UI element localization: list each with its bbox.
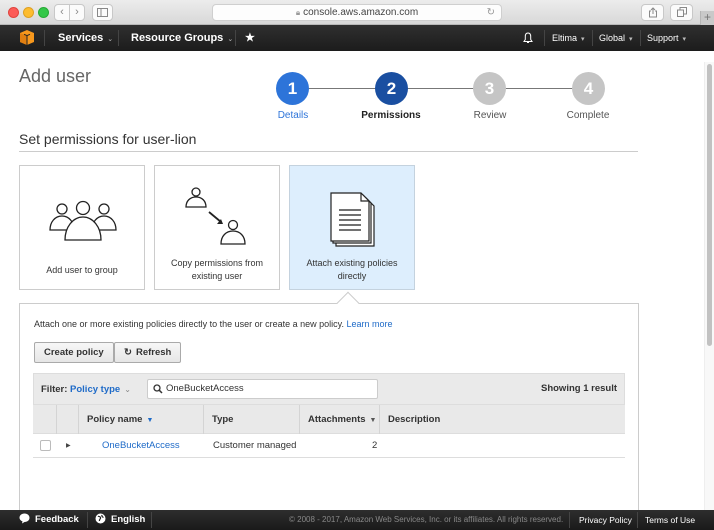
column-policy-name[interactable]: Policy name ▼ <box>78 405 153 434</box>
notifications-button[interactable] <box>523 25 533 51</box>
step-3-circle: 3 <box>473 72 506 105</box>
new-tab-button[interactable]: + <box>700 11 714 25</box>
option-add-user-to-group[interactable]: Add user to group <box>19 165 145 290</box>
table-header: Policy name ▼ Type Attachments ▼ Descripti… <box>33 405 625 434</box>
sidebar-icon <box>97 8 108 17</box>
sort-icon: ▼ <box>369 417 377 424</box>
pin-icon[interactable]: ★ <box>245 25 255 51</box>
attach-policies-panel: Attach one or more existing policies dir… <box>19 303 639 513</box>
address-bar[interactable]: 🔒︎ console.aws.amazon.com ↻ <box>212 4 502 21</box>
row-checkbox[interactable] <box>40 440 51 451</box>
section-divider <box>19 151 638 152</box>
table-row[interactable]: ▶ OneBucketAccess Customer managed 2 <box>33 434 625 458</box>
panel-intro: Attach one or more existing policies dir… <box>34 319 393 329</box>
caret-down-icon: ▾ <box>581 36 585 43</box>
caret-down-icon: ▾ <box>682 36 687 43</box>
privacy-policy-link[interactable]: Privacy Policy <box>579 510 632 530</box>
policy-attachments: 2 <box>372 440 378 451</box>
option-label: existing user <box>191 271 243 281</box>
option-label: Add user to group <box>46 265 118 275</box>
step-3-label: Review <box>473 110 507 121</box>
chevron-down-icon: ⌄ <box>227 36 234 43</box>
zoom-window-button[interactable] <box>38 7 49 18</box>
expand-row-icon[interactable]: ▶ <box>66 434 71 458</box>
chevron-down-icon: ⌄ <box>107 36 114 43</box>
option-label: Attach existing policies <box>306 258 398 268</box>
back-button[interactable]: ‹ <box>54 4 70 21</box>
filter-label: Filter: Policy type ⌄ <box>41 384 131 395</box>
step-4-circle: 4 <box>572 72 605 105</box>
globe-icon <box>95 513 106 524</box>
share-button[interactable] <box>641 4 664 21</box>
bell-icon <box>523 32 533 43</box>
tabs-icon <box>676 7 687 17</box>
policy-document-icon <box>330 192 375 247</box>
chevron-left-icon: ‹ <box>60 6 64 18</box>
copyright-text: © 2008 - 2017, Amazon Web Services, Inc.… <box>289 515 564 524</box>
main-content: Add user 1 2 3 4 Details Permissions Rev… <box>0 51 714 513</box>
tabs-button[interactable] <box>670 4 693 21</box>
step-2-label: Permissions <box>361 110 421 121</box>
step-4-label: Complete <box>566 110 610 121</box>
feedback-button[interactable]: Feedback <box>19 510 79 530</box>
policy-name-link[interactable]: OneBucketAccess <box>102 434 180 458</box>
chevron-down-icon[interactable]: ⌄ <box>124 385 131 394</box>
policy-type-filter[interactable]: Policy type <box>70 384 120 395</box>
step-2-circle: 2 <box>375 72 408 105</box>
step-1-label[interactable]: Details <box>248 110 338 121</box>
result-count: Showing 1 result <box>540 383 617 394</box>
forward-button[interactable]: › <box>69 4 85 21</box>
console-footer: Feedback English © 2008 - 2017, Amazon W… <box>0 510 714 530</box>
region-menu[interactable]: Global ▾ <box>599 25 633 51</box>
minimize-window-button[interactable] <box>23 7 34 18</box>
account-menu[interactable]: Eltima ▾ <box>552 25 585 51</box>
url-text: console.aws.amazon.com <box>303 7 419 18</box>
step-1-circle[interactable]: 1 <box>276 72 309 105</box>
terms-of-use-link[interactable]: Terms of Use <box>645 510 695 530</box>
option-label: directly <box>337 271 367 281</box>
column-attachments[interactable]: Attachments ▼ <box>299 405 376 434</box>
page-scrollbar[interactable] <box>704 62 714 510</box>
scrollbar-thumb[interactable] <box>707 64 712 346</box>
browser-toolbar: ‹ › 🔒︎ console.aws.amazon.com ↻ + <box>0 0 714 25</box>
close-window-button[interactable] <box>8 7 19 18</box>
language-selector[interactable]: English <box>95 510 145 530</box>
sidebar-toggle-button[interactable] <box>92 4 113 21</box>
search-icon <box>153 384 163 394</box>
option-label: Copy permissions from <box>170 258 264 268</box>
page-title: Add user <box>19 66 92 86</box>
chevron-right-icon: › <box>75 6 79 18</box>
resource-groups-menu[interactable]: Resource Groups ⌄ <box>131 25 233 51</box>
sort-desc-icon: ▼ <box>146 417 154 424</box>
refresh-icon: ↻ <box>124 347 132 358</box>
aws-console-nav: Services ⌄ Resource Groups ⌄ ★ Eltima ▾ Glo… <box>0 25 714 51</box>
share-icon <box>648 7 657 18</box>
services-menu[interactable]: Services ⌄ <box>58 25 113 51</box>
create-policy-button[interactable]: Create policy <box>34 342 114 363</box>
steps-connector <box>305 88 588 89</box>
caret-down-icon: ▾ <box>629 36 633 43</box>
column-type[interactable]: Type <box>203 405 233 434</box>
column-description[interactable]: Description <box>379 405 440 434</box>
policy-type: Customer managed <box>213 440 297 451</box>
option-attach-policies[interactable]: Attach existing policies directly <box>289 165 415 290</box>
support-menu[interactable]: Support ▾ <box>647 25 686 51</box>
reload-icon[interactable]: ↻ <box>487 5 495 21</box>
copy-user-icon <box>185 187 246 245</box>
refresh-button[interactable]: ↻ Refresh <box>114 342 182 363</box>
lock-icon: 🔒︎ <box>295 8 301 17</box>
speech-bubble-icon <box>19 513 30 524</box>
users-group-icon <box>49 200 117 241</box>
aws-logo-icon[interactable] <box>20 30 34 45</box>
learn-more-link[interactable]: Learn more <box>347 319 393 329</box>
option-copy-permissions[interactable]: Copy permissions from existing user <box>154 165 280 290</box>
filter-bar: Filter: Policy type ⌄ OneBucketAccess Sho… <box>33 373 625 405</box>
policy-search-input[interactable]: OneBucketAccess <box>147 379 378 399</box>
section-title: Set permissions for user-lion <box>19 131 197 147</box>
